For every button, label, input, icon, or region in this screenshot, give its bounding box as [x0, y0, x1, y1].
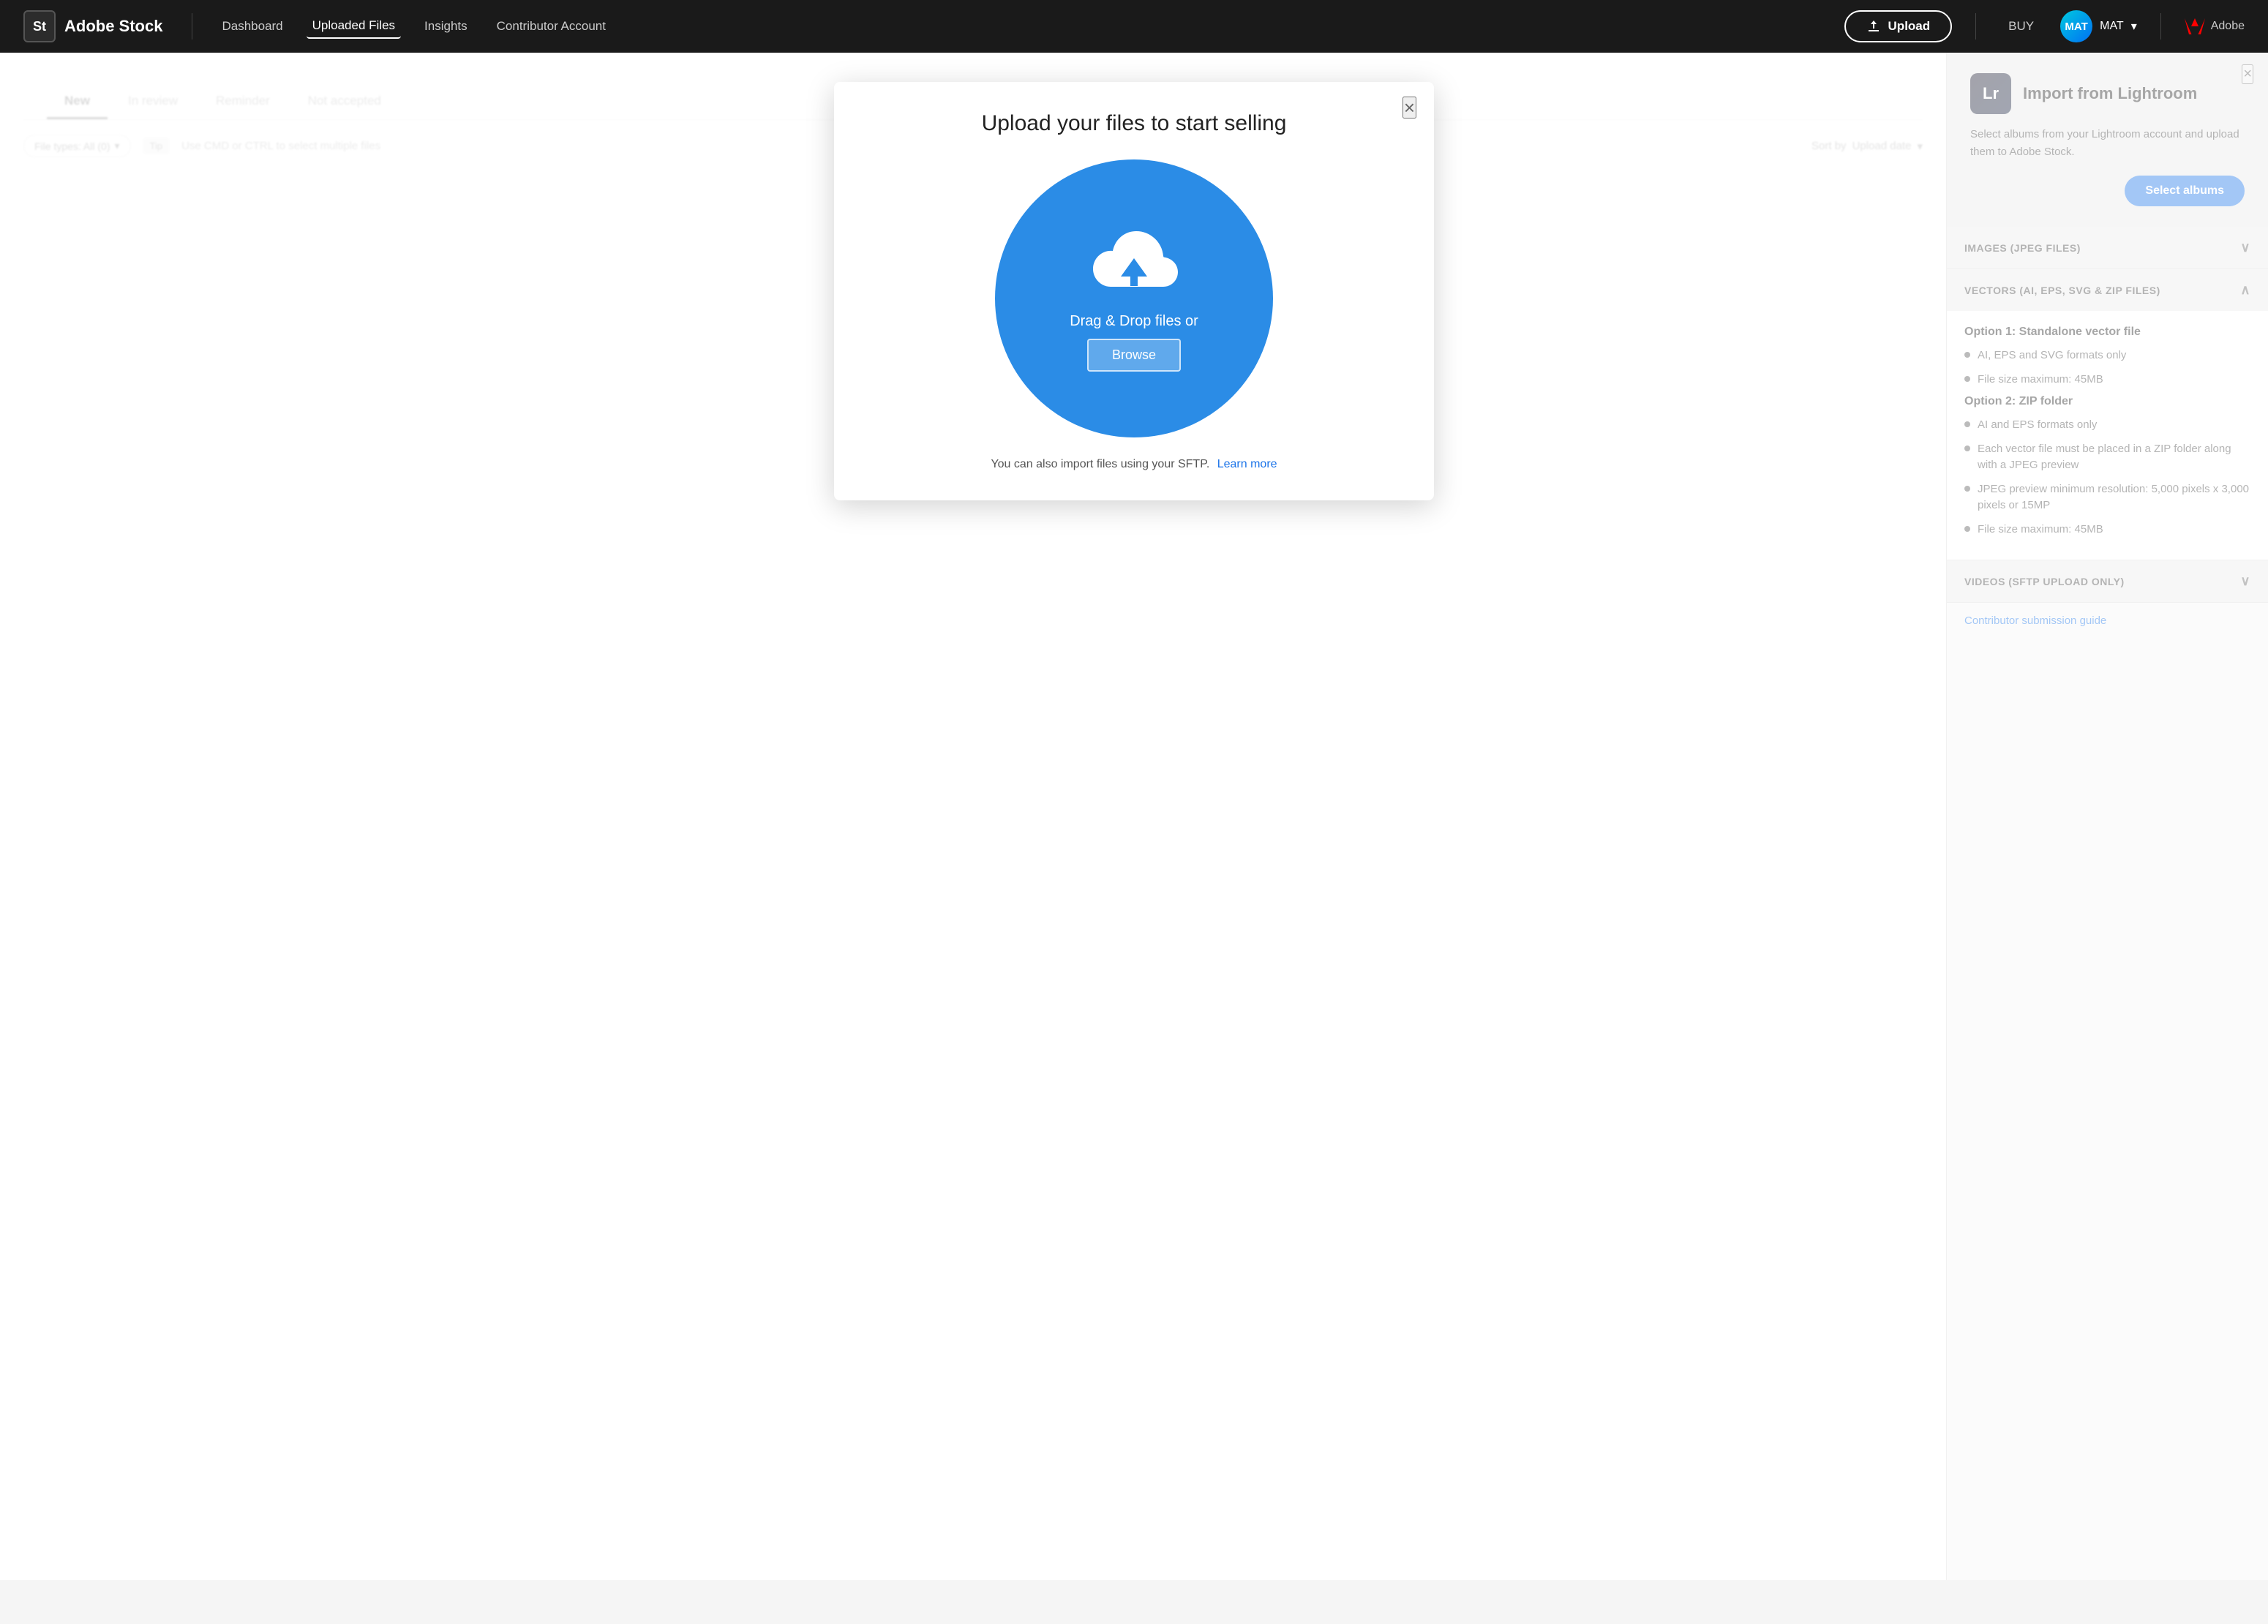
learn-more-link[interactable]: Learn more	[1217, 458, 1277, 470]
adobe-label: Adobe	[2211, 20, 2245, 33]
drag-drop-text: Drag & Drop files or	[1070, 313, 1198, 330]
brand-name: Adobe Stock	[64, 17, 162, 36]
drop-circle[interactable]: Drag & Drop files or Browse	[995, 159, 1273, 437]
left-content: New In review Reminder Not accepted File…	[0, 53, 1946, 1580]
user-avatar: MAT	[2060, 10, 2092, 42]
nav-contributor-account[interactable]: Contributor Account	[491, 15, 612, 38]
upload-icon	[1866, 19, 1881, 34]
adobe-icon	[2185, 18, 2205, 34]
user-name: MAT	[2100, 20, 2124, 33]
logo-box: St	[23, 10, 56, 42]
nav-divider-3	[2160, 13, 2161, 40]
modal-title: Upload your files to start selling	[869, 111, 1399, 136]
nav-divider-2	[1975, 13, 1976, 40]
upload-modal: × Upload your files to start selling Dra…	[834, 82, 1434, 500]
logo: St Adobe Stock	[23, 10, 162, 42]
nav-insights[interactable]: Insights	[418, 15, 473, 38]
upload-button[interactable]: Upload	[1844, 10, 1953, 42]
modal-overlay: × Upload your files to start selling Dra…	[0, 53, 1946, 1580]
user-info[interactable]: MAT MAT ▾	[2060, 10, 2137, 42]
buy-link[interactable]: BUY	[1999, 15, 2043, 38]
main-wrapper: New In review Reminder Not accepted File…	[0, 53, 2268, 1580]
navbar: St Adobe Stock Dashboard Uploaded Files …	[0, 0, 2268, 53]
logo-text: St	[33, 19, 46, 34]
chevron-down-icon: ▾	[2131, 19, 2137, 34]
nav-dashboard[interactable]: Dashboard	[216, 15, 288, 38]
browse-button[interactable]: Browse	[1087, 339, 1181, 372]
adobe-brand: Adobe	[2185, 18, 2245, 34]
cloud-upload-icon	[1086, 225, 1182, 298]
modal-footer: You can also import files using your SFT…	[869, 458, 1399, 471]
nav-uploaded-files[interactable]: Uploaded Files	[307, 14, 401, 39]
modal-close-button[interactable]: ×	[1403, 97, 1416, 119]
